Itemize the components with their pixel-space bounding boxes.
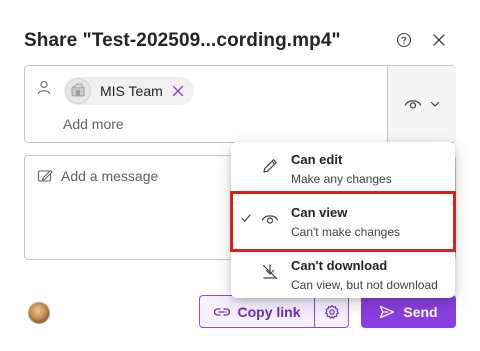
group-avatar-icon (65, 78, 91, 104)
link-icon (214, 307, 231, 316)
menu-item-can-edit[interactable]: Can edit Make any changes (231, 142, 455, 192)
send-label: Send (403, 303, 438, 320)
permissions-menu: Can edit Make any changes Can view Can't… (231, 142, 455, 298)
avatar[interactable] (28, 302, 50, 324)
pencil-icon (263, 159, 277, 173)
dismiss-icon (172, 85, 183, 97)
chevron-down-icon (430, 101, 440, 107)
eye-icon (404, 100, 422, 109)
edit-message-icon (37, 169, 53, 182)
menu-item-can-view[interactable]: Can view Can't make changes (231, 195, 455, 245)
permission-dropdown-button[interactable] (387, 66, 456, 142)
menu-item-cant-download[interactable]: Can't download Can view, but not downloa… (231, 248, 455, 298)
close-icon (433, 34, 445, 46)
message-placeholder: Add a message (61, 168, 159, 184)
add-more-input[interactable]: Add more (63, 116, 124, 132)
menu-item-title: Can't download (291, 258, 388, 273)
checkmark-icon (241, 214, 251, 222)
menu-item-title: Can view (291, 205, 348, 220)
share-dialog: Share "Test-202509...cording.mp4" MIS Te… (0, 0, 480, 351)
remove-recipient-button[interactable] (171, 84, 185, 98)
send-icon (380, 305, 395, 318)
menu-item-description: Make any changes (291, 172, 392, 186)
recipients-field[interactable]: MIS Team Add more (24, 65, 456, 143)
recipient-chip[interactable]: MIS Team (64, 77, 194, 105)
menu-item-description: Can view, but not download (291, 278, 438, 292)
copy-link-label: Copy link (237, 303, 301, 320)
help-button[interactable] (392, 28, 416, 52)
person-icon (37, 80, 51, 95)
recipient-chip-label: MIS Team (100, 83, 163, 99)
menu-item-description: Can't make changes (291, 225, 401, 239)
no-download-icon (262, 264, 278, 280)
copy-link-button[interactable]: Copy link (199, 295, 315, 328)
dialog-title: Share "Test-202509...cording.mp4" (24, 30, 341, 51)
send-button[interactable]: Send (361, 295, 456, 328)
gear-icon (324, 304, 339, 319)
link-settings-button[interactable] (314, 295, 349, 328)
help-circle-icon (396, 32, 412, 48)
eye-icon (261, 215, 279, 224)
menu-item-title: Can edit (291, 152, 343, 167)
close-button[interactable] (427, 28, 451, 52)
